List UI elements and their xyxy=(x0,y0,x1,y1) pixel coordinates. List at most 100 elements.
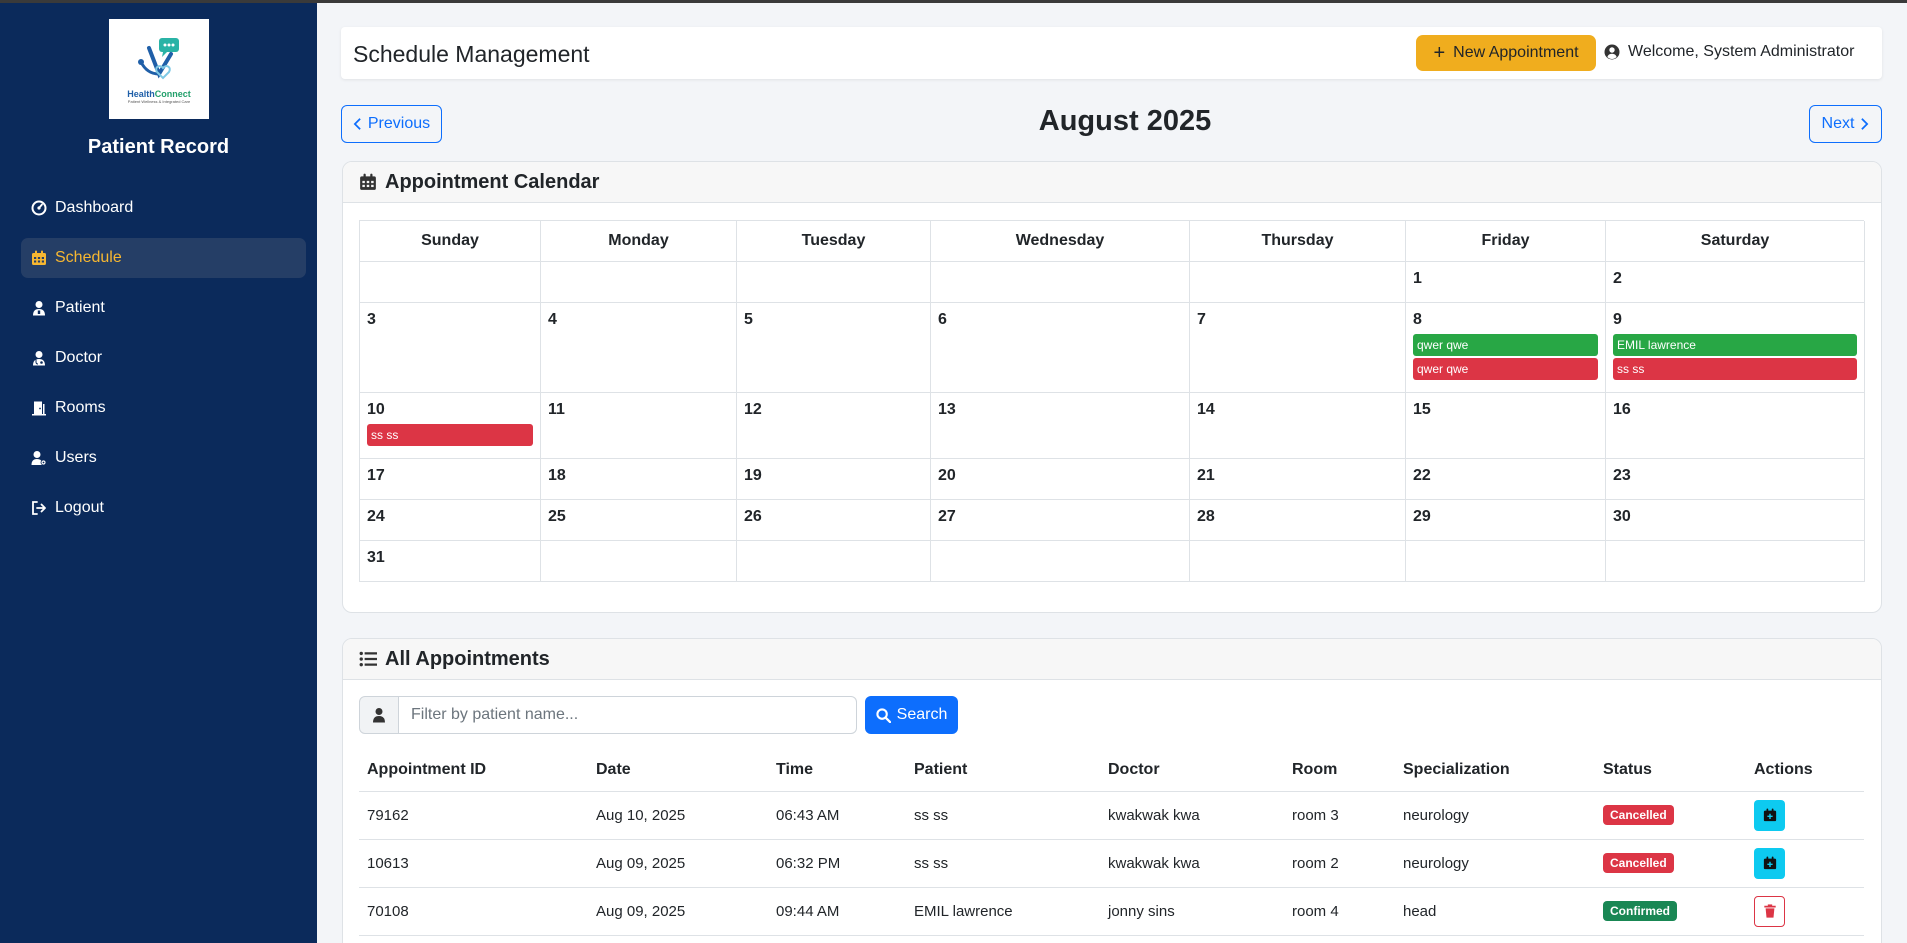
day-number: 8 xyxy=(1413,310,1422,328)
plus-icon: + xyxy=(1433,42,1446,64)
list-icon xyxy=(359,651,377,667)
calendar-day-23[interactable]: 23 xyxy=(1605,457,1865,500)
sidebar-item-dashboard[interactable]: Dashboard xyxy=(21,188,306,228)
calendar-empty-cell xyxy=(930,260,1190,303)
cell-actions xyxy=(1746,887,1864,936)
calendar-day-13[interactable]: 13 xyxy=(930,391,1190,459)
calendar-day-24[interactable]: 24 xyxy=(359,498,541,541)
table-row[interactable]: 10613 Aug 09, 2025 06:32 PM ss ss kwakwa… xyxy=(359,839,1864,888)
calendar-day-29[interactable]: 29 xyxy=(1405,498,1606,541)
calendar-day-27[interactable]: 27 xyxy=(930,498,1190,541)
cell-time: 06:43 AM xyxy=(768,791,906,840)
stethoscope-heart-icon xyxy=(129,34,189,86)
delete-button[interactable] xyxy=(1754,895,1785,927)
calendar-day-10[interactable]: 10 ss ss xyxy=(359,391,541,459)
calendar-day-5[interactable]: 5 xyxy=(736,301,931,393)
sidebar-item-logout[interactable]: Logout xyxy=(21,488,306,528)
calendar-empty-cell xyxy=(1189,539,1406,582)
calendar-event[interactable]: ss ss xyxy=(367,423,533,446)
cell-appointment-id: 10613 xyxy=(359,839,588,888)
day-number: 30 xyxy=(1613,507,1631,525)
calendar-day-18[interactable]: 18 xyxy=(540,457,737,500)
appointments-card-header: All Appointments xyxy=(343,639,1881,680)
day-number: 6 xyxy=(938,310,947,328)
calendar-day-20[interactable]: 20 xyxy=(930,457,1190,500)
calendar-day-3[interactable]: 3 xyxy=(359,301,541,393)
next-month-button[interactable]: Next xyxy=(1809,105,1882,143)
day-number: 9 xyxy=(1613,310,1622,328)
calendar-day-26[interactable]: 26 xyxy=(736,498,931,541)
calendar-day-16[interactable]: 16 xyxy=(1605,391,1865,459)
calendar-day-28[interactable]: 28 xyxy=(1189,498,1406,541)
calendar-day-2[interactable]: 2 xyxy=(1605,260,1865,303)
calendar-day-6[interactable]: 6 xyxy=(930,301,1190,393)
calendar-day-1[interactable]: 1 xyxy=(1405,260,1606,303)
previous-month-button[interactable]: Previous xyxy=(341,105,442,143)
sidebar-item-users[interactable]: Users xyxy=(21,438,306,478)
calendar-empty-cell xyxy=(359,260,541,303)
logo-text: HealthConnect xyxy=(127,89,191,99)
calendar-icon xyxy=(32,250,46,265)
calendar-day-25[interactable]: 25 xyxy=(540,498,737,541)
search-icon xyxy=(876,707,891,723)
calendar-week-row: 12 xyxy=(359,260,1865,303)
day-number: 4 xyxy=(548,310,557,328)
calendar-day-21[interactable]: 21 xyxy=(1189,457,1406,500)
sidebar-item-rooms[interactable]: Rooms xyxy=(21,388,306,428)
sidebar-item-doctor[interactable]: Doctor xyxy=(21,338,306,378)
chevron-right-icon xyxy=(1861,118,1869,130)
calendar-day-8[interactable]: 8 qwer qwe qwer qwe xyxy=(1405,301,1606,393)
status-badge: Confirmed xyxy=(1603,901,1677,921)
table-row[interactable]: 79162 Aug 10, 2025 06:43 AM ss ss kwakwa… xyxy=(359,791,1864,840)
user-icon xyxy=(373,708,385,723)
sidebar: HealthConnect Patient Wellness & Integra… xyxy=(0,0,317,943)
welcome-user: Welcome, System Administrator xyxy=(1604,43,1854,61)
cell-doctor: kwakwak kwa xyxy=(1100,839,1284,888)
cell-actions xyxy=(1746,791,1864,840)
sidebar-item-patient[interactable]: Patient xyxy=(21,288,306,328)
weekday-header-row: Sunday Monday Tuesday Wednesday Thursday… xyxy=(359,221,1865,262)
day-number: 25 xyxy=(548,507,566,525)
calendar-event[interactable]: qwer qwe xyxy=(1413,357,1598,380)
calendar-day-7[interactable]: 7 xyxy=(1189,301,1406,393)
calendar-day-19[interactable]: 19 xyxy=(736,457,931,500)
calendar-day-22[interactable]: 22 xyxy=(1405,457,1606,500)
day-number: 17 xyxy=(367,466,385,484)
calendar-day-11[interactable]: 11 xyxy=(540,391,737,459)
weekday-monday: Monday xyxy=(540,221,737,262)
calendar-event[interactable]: ss ss xyxy=(1613,357,1857,380)
calendar-empty-cell xyxy=(540,260,737,303)
calendar-day-14[interactable]: 14 xyxy=(1189,391,1406,459)
calendar-event[interactable]: EMIL lawrence xyxy=(1613,333,1857,356)
cell-doctor: kwakwak kwa xyxy=(1100,791,1284,840)
calendar-day-12[interactable]: 12 xyxy=(736,391,931,459)
cell-room: room 2 xyxy=(1284,839,1395,888)
sidebar-nav: Dashboard Schedule Patient Doctor Rooms … xyxy=(21,188,306,538)
calendar-day-9[interactable]: 9 EMIL lawrence ss ss xyxy=(1605,301,1865,393)
calendar-day-17[interactable]: 17 xyxy=(359,457,541,500)
weekday-tuesday: Tuesday xyxy=(736,221,931,262)
calendar-day-30[interactable]: 30 xyxy=(1605,498,1865,541)
reschedule-button[interactable] xyxy=(1754,847,1785,879)
sidebar-item-label: Schedule xyxy=(55,249,122,266)
calendar-week-row: 31 xyxy=(359,539,1865,582)
healthconnect-logo: HealthConnect Patient Wellness & Integra… xyxy=(109,19,209,119)
new-appointment-button[interactable]: + New Appointment xyxy=(1416,35,1596,71)
app-brand-title: Patient Record xyxy=(87,136,230,158)
calendar-event[interactable]: qwer qwe xyxy=(1413,333,1598,356)
calendar-day-4[interactable]: 4 xyxy=(540,301,737,393)
dashboard-icon xyxy=(31,200,47,216)
calendar-day-15[interactable]: 15 xyxy=(1405,391,1606,459)
patient-filter-input[interactable] xyxy=(399,696,857,734)
next-label: Next xyxy=(1821,115,1855,132)
reschedule-button[interactable] xyxy=(1754,799,1785,831)
sidebar-item-schedule[interactable]: Schedule xyxy=(21,238,306,278)
table-row[interactable]: 70108 Aug 09, 2025 09:44 AM EMIL lawrenc… xyxy=(359,887,1864,936)
cell-status: Cancelled xyxy=(1595,791,1746,840)
day-number: 20 xyxy=(938,466,956,484)
search-button[interactable]: Search xyxy=(865,696,958,734)
calendar-day-31[interactable]: 31 xyxy=(359,539,541,582)
calendar-empty-cell xyxy=(540,539,737,582)
cell-actions xyxy=(1746,839,1864,888)
cell-status: Cancelled xyxy=(1595,839,1746,888)
